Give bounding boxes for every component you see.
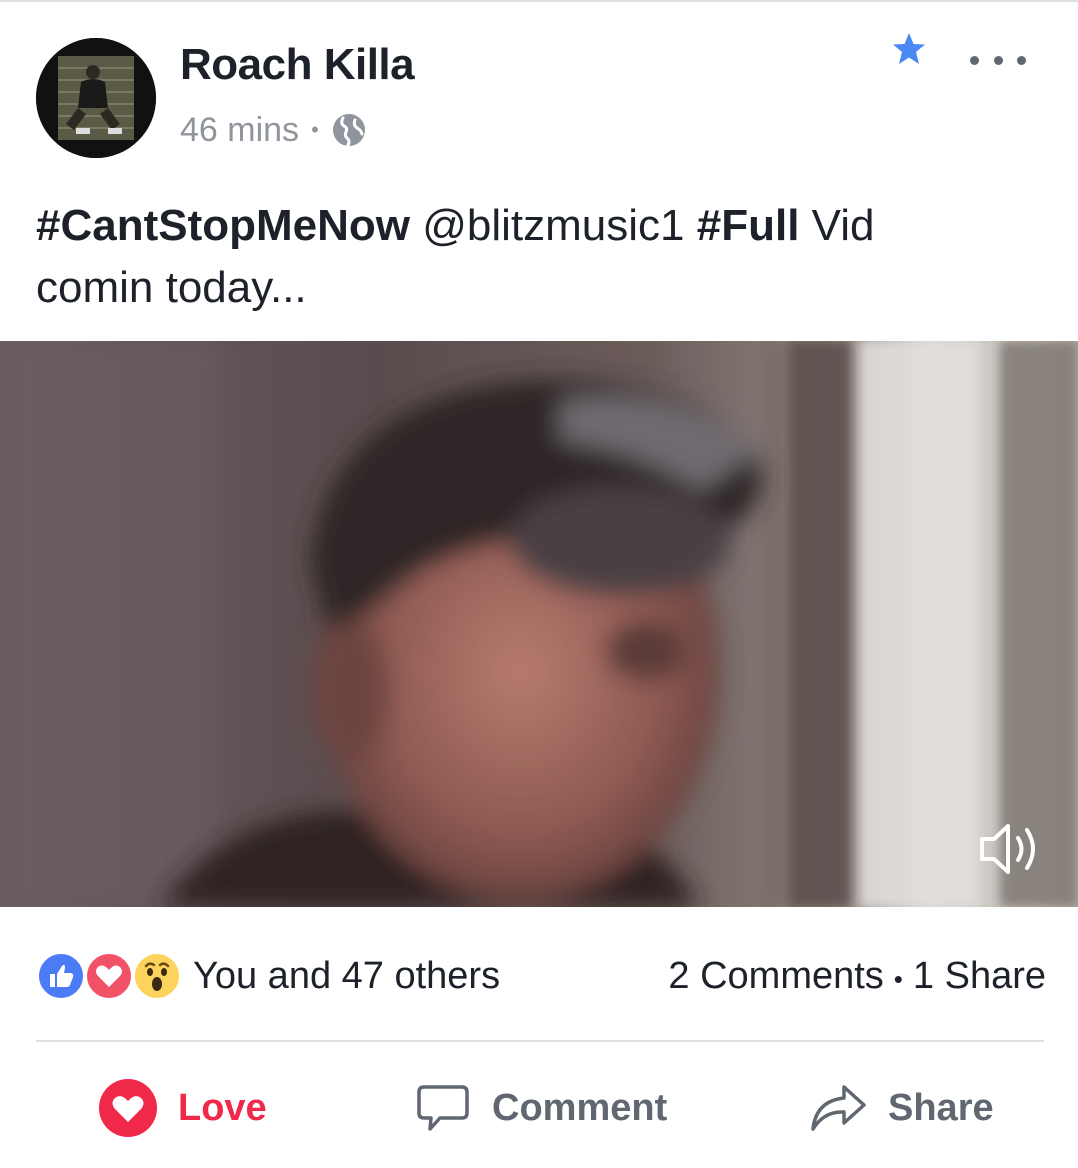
divider: [36, 1040, 1044, 1042]
post-text-segment: comin today...: [36, 263, 307, 312]
author-name[interactable]: Roach Killa: [180, 40, 415, 90]
engagement-separator: •: [893, 964, 903, 994]
post-meta: 46 mins •: [180, 108, 367, 152]
shares-count[interactable]: 1 Share: [913, 955, 1046, 997]
comment-button[interactable]: Comment: [414, 1060, 667, 1156]
more-options-icon[interactable]: [970, 40, 1026, 80]
reactions-bar: You and 47 others 2 Comments • 1 Share: [36, 948, 1046, 1004]
video-player[interactable]: [0, 341, 1078, 907]
love-button-label: Love: [178, 1086, 267, 1129]
mention-link[interactable]: @blitzmusic1: [422, 201, 684, 250]
video-frame: [0, 341, 1078, 907]
hashtag-link[interactable]: #CantStopMeNow: [36, 201, 410, 250]
reaction-icons[interactable]: [36, 951, 184, 1001]
share-arrow-icon: [811, 1085, 866, 1131]
reaction-summary[interactable]: You and 47 others: [193, 948, 500, 1004]
comment-icon: [417, 1085, 469, 1131]
comment-button-label: Comment: [492, 1086, 668, 1129]
comments-count[interactable]: 2 Comments: [668, 955, 883, 997]
speaker-icon[interactable]: [978, 818, 1042, 880]
post-text-segment: Vid: [811, 201, 875, 250]
avatar-image: [36, 38, 156, 158]
action-bar: Love Comment Share: [0, 1060, 1078, 1156]
share-button-label: Share: [888, 1086, 994, 1129]
share-button[interactable]: Share: [808, 1060, 994, 1156]
more-dot: [970, 55, 979, 65]
more-dot: [1017, 55, 1026, 65]
top-border: [0, 0, 1078, 2]
hashtag-link[interactable]: #Full: [697, 201, 800, 250]
love-reaction-icon: [84, 951, 134, 1001]
engagement-summary: 2 Comments • 1 Share: [668, 948, 1046, 1007]
meta-separator: •: [311, 117, 319, 142]
like-reaction-icon: [36, 951, 86, 1001]
love-button[interactable]: Love: [98, 1060, 267, 1156]
author-avatar[interactable]: [36, 38, 156, 158]
love-icon: [99, 1079, 157, 1137]
globe-icon[interactable]: [331, 112, 367, 148]
wow-reaction-icon: [132, 951, 182, 1001]
star-icon[interactable]: [890, 30, 928, 68]
more-dot: [993, 55, 1003, 65]
post-text: #CantStopMeNow @blitzmusic1 #Full Vid co…: [36, 195, 1046, 319]
post-timestamp[interactable]: 46 mins: [180, 111, 299, 150]
